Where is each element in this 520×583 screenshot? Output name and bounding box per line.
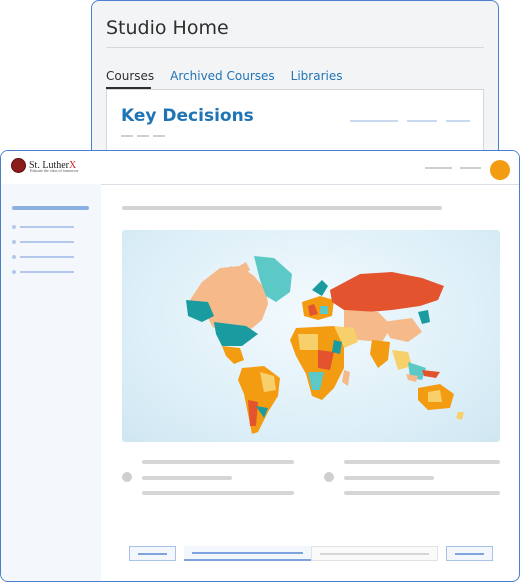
course-action-placeholder[interactable] (407, 120, 437, 122)
text-placeholder (142, 460, 294, 464)
bullet-icon (12, 270, 16, 274)
seal-icon (11, 158, 26, 173)
studio-window: Studio Home Courses Archived Courses Lib… (91, 0, 499, 175)
course-title[interactable]: Key Decisions (121, 106, 254, 126)
tab-courses[interactable]: Courses (106, 69, 154, 83)
logo-tagline: Educate the class of tomorrow (30, 168, 79, 173)
tab-libraries[interactable]: Libraries (291, 69, 343, 83)
sidebar-item[interactable] (12, 224, 74, 230)
sidebar-item[interactable] (12, 239, 74, 245)
course-meta-placeholder (121, 135, 133, 137)
progress-complete (184, 546, 311, 561)
bullet-icon (12, 240, 16, 244)
text-placeholder (344, 460, 500, 464)
bullet-icon (12, 225, 16, 229)
sidebar-item[interactable] (12, 254, 74, 260)
lms-header: St. LutherX Educate the class of tomorro… (1, 151, 519, 185)
previous-button[interactable] (129, 546, 176, 561)
header-nav-placeholder[interactable] (460, 167, 481, 169)
course-meta-placeholder (137, 135, 149, 137)
course-action-placeholder[interactable] (446, 120, 470, 122)
course-action-placeholder[interactable] (350, 120, 398, 122)
world-map-image (122, 230, 500, 442)
bullet-icon (122, 472, 132, 482)
text-placeholder (142, 476, 232, 480)
bullet-icon (12, 255, 16, 259)
sidebar-item[interactable] (12, 269, 74, 275)
page-title: Studio Home (106, 17, 229, 39)
lesson-heading-placeholder (122, 206, 442, 210)
world-map-graphic (186, 256, 464, 434)
page-progress-bar[interactable] (184, 546, 438, 561)
next-button[interactable] (446, 546, 493, 561)
lms-window: St. LutherX Educate the class of tomorro… (0, 150, 520, 582)
sidebar-item-active[interactable] (12, 206, 89, 210)
text-placeholder (142, 491, 294, 495)
tab-archived-courses[interactable]: Archived Courses (170, 69, 274, 83)
avatar[interactable] (490, 160, 510, 180)
bullet-icon (324, 472, 334, 482)
text-placeholder (344, 491, 500, 495)
studio-tabs: Courses Archived Courses Libraries (106, 69, 342, 83)
course-meta-placeholder (153, 135, 165, 137)
progress-remaining (311, 546, 438, 561)
text-placeholder (344, 476, 434, 480)
course-sidebar (1, 184, 101, 581)
header-nav-placeholder[interactable] (425, 167, 452, 169)
title-divider (106, 47, 484, 48)
